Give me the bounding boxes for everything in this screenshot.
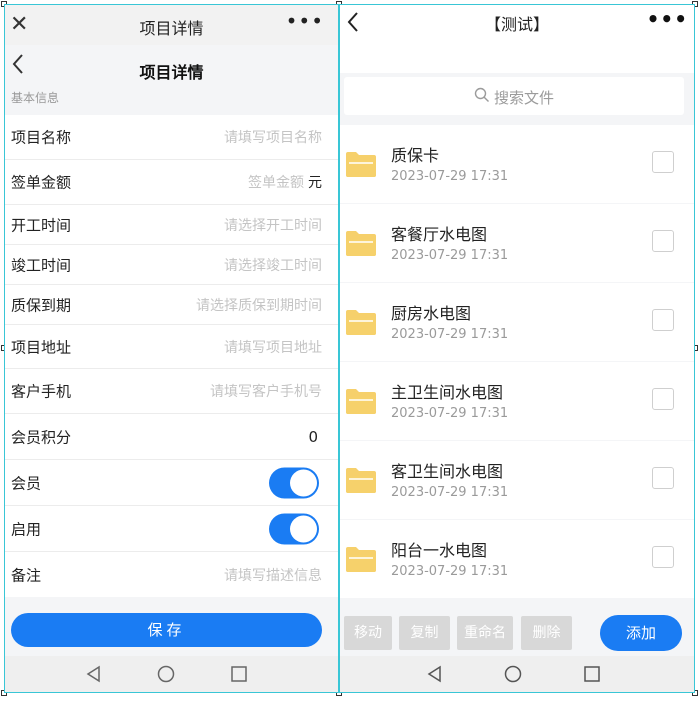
field-label: 竣工时间 [11,256,72,274]
page-header: 项目详情 基本信息 [5,45,338,115]
folder-title: 【测试】 [484,15,549,34]
recents-square-icon[interactable] [230,665,248,683]
search-placeholder: 搜索文件 [494,89,555,107]
file-list-item[interactable]: 质保卡 2023-07-29 17:31 [340,125,694,203]
enabled-toggle[interactable] [269,513,319,544]
start-time-row[interactable]: 开工时间 请选择开工时间 [5,205,338,245]
member-row: 会员 [5,460,338,506]
file-checkbox[interactable] [652,388,674,410]
file-name: 客餐厅水电图 [391,225,488,244]
member-toggle[interactable] [269,467,319,498]
file-checkbox[interactable] [652,546,674,568]
action-bar: 移动 复制 重命名 删除 添加 [340,606,694,660]
more-icon[interactable]: ••• [647,7,688,31]
file-time: 2023-07-29 17:31 [391,248,509,263]
android-navbar [5,656,338,692]
file-name: 主卫生间水电图 [391,383,504,402]
toggle-knob [290,469,317,496]
start-time-picker[interactable]: 请选择开工时间 [224,215,322,235]
back-triangle-icon[interactable] [426,665,444,683]
file-topbar: 【测试】 ••• [340,5,694,73]
file-list-item[interactable]: 阳台一水电图 2023-07-29 17:31 [340,520,694,598]
field-label: 项目名称 [11,128,72,147]
currency-unit: 元 [308,175,322,191]
search-bar: 搜索文件 [340,73,694,125]
member-points-row: 会员积分 0 [5,414,338,460]
home-circle-icon[interactable] [504,665,522,683]
customer-phone-input[interactable]: 请填写客户手机号 [210,381,322,401]
member-points-value: 0 [308,427,318,446]
toggle-knob [290,515,317,542]
file-name: 客卫生间水电图 [391,462,504,481]
file-checkbox[interactable] [652,309,674,331]
file-time: 2023-07-29 17:31 [391,169,509,184]
save-bar: 保存 [5,597,338,660]
move-button[interactable]: 移动 [344,616,392,650]
android-navbar [340,656,694,692]
field-label: 会员 [11,474,42,492]
file-time: 2023-07-29 17:31 [391,485,509,500]
finish-time-row[interactable]: 竣工时间 请选择竣工时间 [5,245,338,285]
file-checkbox[interactable] [652,151,674,173]
warranty-due-picker[interactable]: 请选择质保到期时间 [196,295,322,315]
field-label: 会员积分 [11,428,72,446]
folder-icon [346,310,376,335]
delete-button[interactable]: 删除 [521,616,572,650]
finish-time-picker[interactable]: 请选择竣工时间 [224,255,322,275]
remark-input[interactable]: 请填写描述信息 [224,565,322,585]
field-label: 签单金额 [11,173,72,192]
file-name: 厨房水电图 [391,304,472,323]
field-label: 备注 [11,566,42,584]
warranty-due-row[interactable]: 质保到期 请选择质保到期时间 [5,285,338,325]
file-list-item[interactable]: 厨房水电图 2023-07-29 17:31 [340,283,694,361]
add-button[interactable]: 添加 [600,615,682,651]
file-checkbox[interactable] [652,467,674,489]
file-checkbox[interactable] [652,230,674,252]
project-form: 项目名称 请填写项目名称 签单金额 签单金额 元 开工时间 请选择开工时间 竣工… [5,115,338,597]
file-list-item[interactable]: 主卫生间水电图 2023-07-29 17:31 [340,362,694,440]
app-topbar: ✕ 项目详情 ••• [5,5,338,45]
save-button[interactable]: 保存 [11,613,322,647]
file-list-item[interactable]: 客卫生间水电图 2023-07-29 17:31 [340,441,694,519]
project-detail-screen: ✕ 项目详情 ••• 项目详情 基本信息 项目名称 请填写项目名称 签单金额 签… [4,4,339,693]
search-input[interactable]: 搜索文件 [344,77,684,115]
rename-button[interactable]: 重命名 [457,616,513,650]
project-address-input[interactable]: 请填写项目地址 [224,337,322,357]
field-label: 开工时间 [11,216,72,234]
file-list: 质保卡 2023-07-29 17:31 客餐厅水电图 2023-07-29 17:3… [340,125,694,599]
search-icon [474,87,489,102]
copy-button[interactable]: 复制 [399,616,450,650]
field-label: 项目地址 [11,338,72,356]
project-address-row[interactable]: 项目地址 请填写项目地址 [5,325,338,369]
section-title: 基本信息 [11,91,60,105]
folder-icon [346,152,376,177]
field-label: 客户手机 [11,382,72,401]
field-label: 质保到期 [11,296,72,314]
folder-icon [346,389,376,414]
enabled-row: 启用 [5,506,338,552]
customer-phone-row[interactable]: 客户手机 请填写客户手机号 [5,369,338,414]
contract-amount-input[interactable]: 签单金额 [248,172,304,192]
home-circle-icon[interactable] [157,665,175,683]
file-list-screen: 【测试】 ••• 搜索文件 质保卡 2023-07-29 17:31 客餐厅水电图 2… [339,4,695,693]
more-icon[interactable]: ••• [286,9,324,33]
folder-icon [346,547,376,572]
file-name: 阳台一水电图 [391,541,488,560]
remark-row[interactable]: 备注 请填写描述信息 [5,552,338,597]
file-time: 2023-07-29 17:31 [391,327,509,342]
project-name-row[interactable]: 项目名称 请填写项目名称 [5,115,338,160]
project-name-input[interactable]: 请填写项目名称 [224,127,322,147]
field-label: 启用 [11,520,42,538]
folder-icon [346,231,376,256]
back-triangle-icon[interactable] [85,665,103,683]
folder-icon [346,468,376,493]
file-name: 质保卡 [391,146,440,165]
file-time: 2023-07-29 17:31 [391,564,509,579]
page-title: 项目详情 [139,63,204,82]
file-list-item[interactable]: 客餐厅水电图 2023-07-29 17:31 [340,204,694,282]
file-time: 2023-07-29 17:31 [391,406,509,421]
recents-square-icon[interactable] [583,665,601,683]
contract-amount-row[interactable]: 签单金额 签单金额 元 [5,160,338,205]
